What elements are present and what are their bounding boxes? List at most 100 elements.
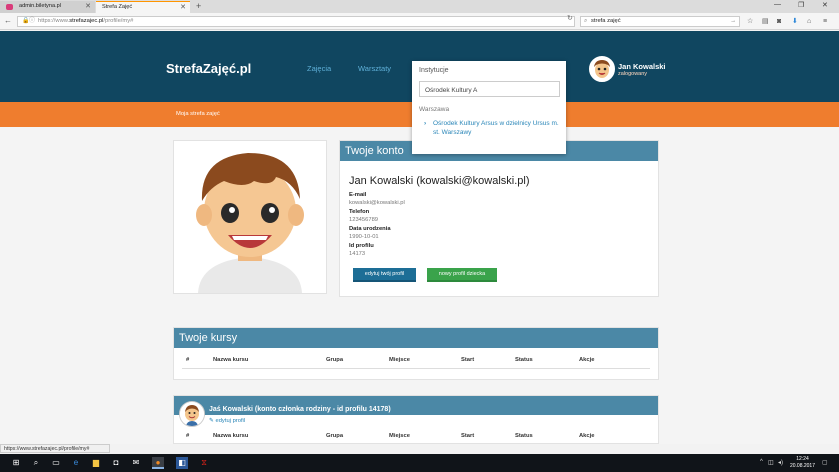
start-icon[interactable]: ⊞	[10, 457, 22, 469]
search-go-icon[interactable]: →	[730, 17, 736, 26]
field-value-profile-id: 14173	[349, 251, 366, 257]
firefox-icon[interactable]: ●	[152, 457, 164, 469]
menu-icon[interactable]: ≡	[823, 17, 827, 26]
edit-profile-button[interactable]: edytuj twój profil	[353, 268, 416, 282]
store-icon[interactable]: ◘	[110, 457, 122, 469]
child-avatar	[179, 401, 205, 427]
address-bar[interactable]: 🔒 ⓘ https://www.strefazajec.pl/profile/m…	[17, 16, 575, 27]
institution-search-dropdown: Instytucje Warszawa › Ośrodek Kultury Ar…	[412, 61, 566, 154]
browser-status-url: https://www.strefazajec.pl/profile/my#	[0, 444, 110, 453]
field-label-email: E-mail	[349, 192, 367, 198]
user-name[interactable]: Jan Kowalski	[618, 62, 666, 71]
search-icon: ⌕	[584, 18, 588, 24]
url-domain: strefazajec.pl	[69, 18, 104, 24]
column-header: Akcje	[579, 357, 595, 363]
result-label: Ośrodek Kultury Arsus w dzielnicy Ursus …	[433, 120, 559, 136]
chevron-right-icon: ›	[424, 120, 427, 127]
column-header: Nazwa kursu	[213, 357, 249, 363]
new-tab-button[interactable]: +	[196, 1, 201, 11]
search-icon[interactable]: ⌕	[30, 457, 42, 469]
divider	[182, 368, 650, 369]
column-header: #	[186, 357, 190, 363]
browser-toolbar: ← 🔒 ⓘ https://www.strefazajec.pl/profile…	[0, 13, 839, 30]
profile-avatar-icon	[174, 141, 326, 293]
column-header: Status	[515, 357, 533, 363]
tab-title: admin.biletyna.pl	[19, 3, 61, 9]
tray-chevron-icon[interactable]: ^	[760, 459, 763, 465]
info-icon[interactable]: ⓘ	[29, 17, 35, 26]
browser-tab-strefa[interactable]: Strefa Zajęć ✕	[96, 1, 190, 13]
pdf-reader-icon[interactable]: ⧖	[198, 457, 210, 469]
field-value-phone: 123456789	[349, 217, 379, 223]
network-icon[interactable]: ◫	[768, 459, 774, 466]
site-logo[interactable]: StrefaZajęć.pl	[166, 61, 251, 76]
search-box[interactable]: ⌕ strefa zajęć →	[580, 16, 740, 27]
column-header: Grupa	[326, 433, 344, 439]
mail-icon[interactable]: ✉	[130, 457, 142, 469]
url-prefix: https://www.	[38, 18, 70, 24]
outlook-icon[interactable]: ◧	[176, 457, 188, 469]
minimize-icon[interactable]: —	[774, 1, 781, 8]
field-label-birthdate: Data urodzenia	[349, 226, 391, 232]
field-value-email: kowalski@kowalski.pl	[349, 200, 405, 206]
edit-link-label: edytuj profil	[215, 418, 246, 424]
family-member-panel: Jaś Kowalski (konto członka rodziny - id…	[173, 395, 659, 444]
new-child-profile-button[interactable]: nowy profil dziecka	[427, 268, 497, 282]
column-header: Status	[515, 433, 533, 439]
windows-taskbar: ⊞ ⌕ ▭ e ▆ ◘ ✉ ● ◧ ⧖ ^ ◫ ◂) 12:24 20.08.2…	[0, 454, 839, 472]
profile-picture	[173, 140, 327, 294]
url-path: /profile/my#	[103, 18, 134, 24]
bookmark-star-icon[interactable]: ☆	[747, 17, 753, 26]
avatar[interactable]	[589, 56, 615, 82]
reading-list-icon[interactable]: ▤	[762, 17, 769, 26]
institution-result-item[interactable]: › Ośrodek Kultury Arsus w dzielnicy Ursu…	[424, 119, 560, 137]
close-window-icon[interactable]: ✕	[822, 1, 828, 9]
nav-link-warsztaty[interactable]: Warsztaty	[358, 64, 391, 73]
courses-heading: Twoje kursy	[174, 328, 658, 348]
browser-tab-bar: admin.biletyna.pl ✕ Strefa Zajęć ✕ + — ❐…	[0, 0, 839, 13]
family-member-title: Jaś Kowalski (konto członka rodziny - id…	[209, 406, 391, 413]
home-icon[interactable]: ⌂	[807, 17, 811, 26]
close-tab-icon[interactable]: ✕	[85, 2, 91, 10]
column-header: Start	[461, 433, 475, 439]
notifications-icon[interactable]: ▢	[822, 459, 828, 466]
favicon-icon	[6, 4, 13, 10]
column-header: Akcje	[579, 433, 595, 439]
tab-title: Strefa Zajęć	[102, 4, 133, 10]
account-panel: Twoje konto Jan Kowalski (kowalski@kowal…	[339, 140, 659, 297]
result-group-city: Warszawa	[419, 106, 450, 113]
restore-icon[interactable]: ❐	[798, 1, 804, 9]
institution-search-input[interactable]	[419, 81, 560, 97]
browser-tab-admin[interactable]: admin.biletyna.pl ✕	[0, 1, 95, 13]
column-header: Miejsce	[389, 433, 410, 439]
search-value: strefa zajęć	[591, 18, 621, 24]
clock-date: 20.08.2017	[789, 462, 815, 469]
volume-icon[interactable]: ◂)	[778, 459, 783, 466]
file-explorer-icon[interactable]: ▆	[90, 457, 102, 469]
column-header: Miejsce	[389, 357, 410, 363]
edit-family-profile-link[interactable]: ✎ edytuj profil	[209, 418, 245, 424]
back-icon[interactable]: ←	[4, 16, 12, 26]
account-full-name: Jan Kowalski (kowalski@kowalski.pl)	[349, 175, 530, 187]
avatar-cartoon-icon	[591, 58, 613, 80]
close-tab-icon[interactable]: ✕	[180, 3, 186, 11]
column-header: Grupa	[326, 357, 344, 363]
task-view-icon[interactable]: ▭	[50, 457, 62, 469]
breadcrumb[interactable]: Moja strefa zajęć	[176, 111, 220, 117]
download-icon[interactable]: ⬇	[792, 17, 798, 26]
reload-icon[interactable]: ↻	[567, 14, 573, 22]
field-label-phone: Telefon	[349, 209, 370, 215]
column-header: Nazwa kursu	[213, 433, 249, 439]
taskbar-clock[interactable]: 12:24 20.08.2017	[790, 456, 815, 469]
column-header: #	[186, 433, 190, 439]
edge-icon[interactable]: e	[70, 457, 82, 469]
child-avatar-icon	[180, 402, 204, 426]
dropdown-label: Instytucje	[419, 67, 449, 74]
user-status: zalogowany	[618, 71, 648, 77]
field-label-profile-id: Id profilu	[349, 243, 374, 249]
pocket-icon[interactable]: ◙	[777, 17, 781, 26]
nav-link-zajecia[interactable]: Zajęcia	[307, 64, 331, 73]
courses-panel: Twoje kursy # Nazwa kursu Grupa Miejsce …	[173, 327, 659, 380]
column-header: Start	[461, 357, 475, 363]
field-value-birthdate: 1990-10-01	[349, 234, 379, 240]
